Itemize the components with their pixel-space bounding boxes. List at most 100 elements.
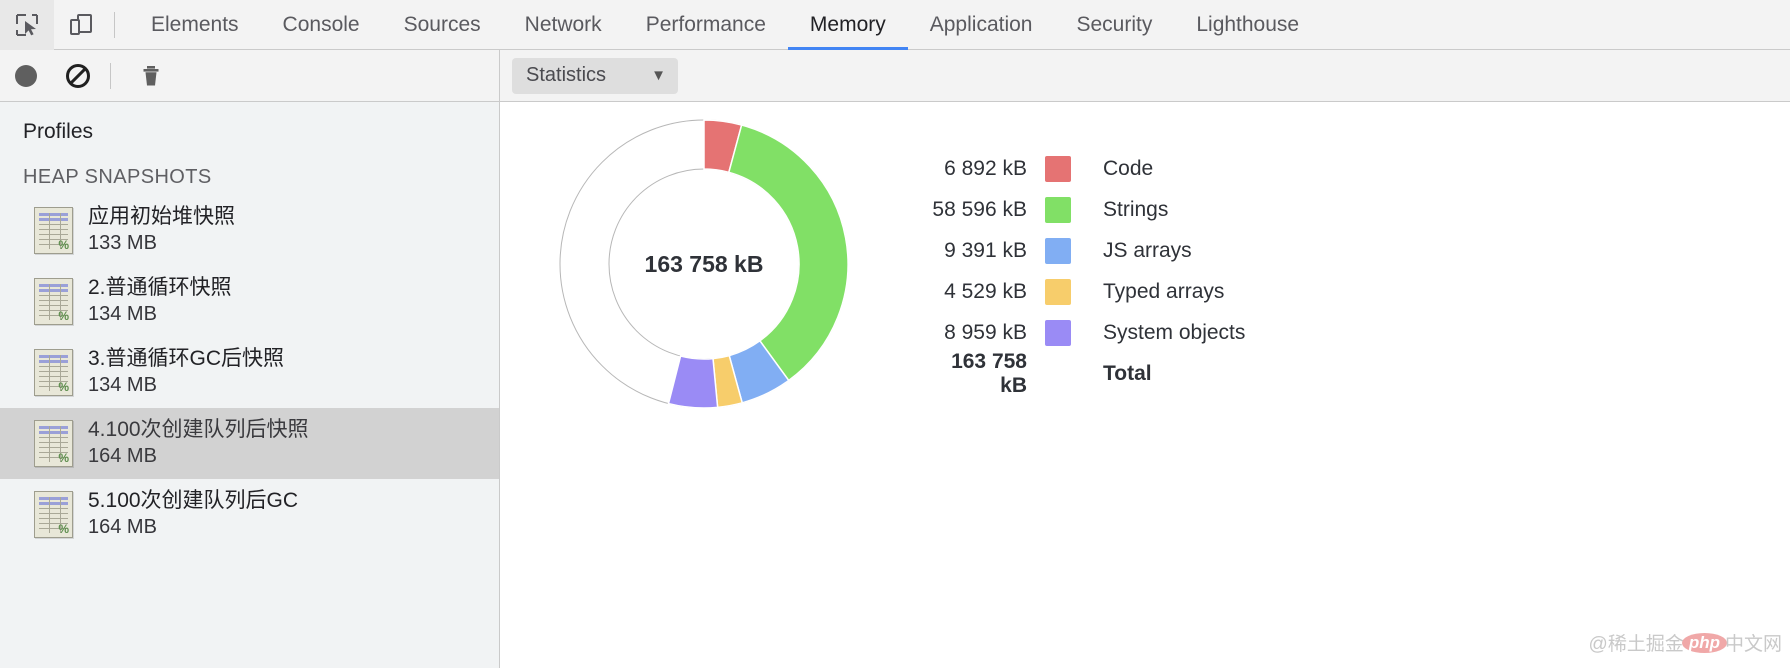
donut-slices: [667, 119, 849, 409]
list-item[interactable]: % 应用初始堆快照 133 MB: [0, 195, 499, 266]
heap-snapshot-icon: %: [34, 349, 73, 396]
memory-toolbar-left: [0, 50, 500, 101]
legend-label: Strings: [1103, 197, 1169, 221]
list-item[interactable]: % 3.普通循环GC后快照 134 MB: [0, 337, 499, 408]
donut-chart: 163 758 kB: [558, 114, 850, 414]
donut-inner-ring: [608, 168, 800, 360]
donut-slice-system-objects[interactable]: [667, 355, 719, 409]
heap-snapshot-icon: %: [34, 278, 73, 325]
snapshot-size: 164 MB: [88, 445, 157, 468]
panel-tabs: Elements Console Sources Network Perform…: [129, 0, 1321, 50]
record-circle-icon[interactable]: [0, 50, 52, 101]
list-item[interactable]: % 4.100次创建队列后快照 164 MB: [0, 408, 499, 479]
legend-swatch-typed-arrays: [1045, 278, 1071, 305]
list-item[interactable]: % 2.普通循环快照 134 MB: [0, 266, 499, 337]
donut-slice-strings[interactable]: [727, 124, 849, 382]
tab-label: Elements: [151, 12, 239, 36]
page-title: Profiles: [23, 120, 94, 143]
legend-swatch-code: [1045, 155, 1071, 182]
snapshot-name: 5.100次创建队列后GC: [88, 489, 299, 513]
legend-item-js-arrays[interactable]: 9 391 kB JS arrays: [921, 230, 1245, 271]
chevron-down-icon: ▼: [651, 67, 666, 84]
tab-application[interactable]: Application: [908, 0, 1055, 50]
legend-total-value: 163 758 kB: [951, 349, 1027, 397]
device-toolbar-icon[interactable]: [54, 0, 108, 50]
view-select-value: Statistics: [526, 64, 607, 86]
devtools-tab-bar: Elements Console Sources Network Perform…: [0, 0, 1790, 50]
watermark: @稀土掘金 php 中文网: [1589, 629, 1782, 656]
toolbar-divider: [110, 62, 111, 89]
tab-label: Security: [1076, 12, 1153, 36]
tab-label: Application: [929, 12, 1033, 36]
tab-label: Console: [282, 12, 360, 36]
legend-item-strings[interactable]: 58 596 kB Strings: [921, 189, 1245, 230]
section-header-heap-snapshots: HEAP SNAPSHOTS: [23, 166, 212, 188]
tab-lighthouse[interactable]: Lighthouse: [1174, 0, 1321, 50]
snapshot-name: 3.普通循环GC后快照: [88, 347, 285, 371]
list-item[interactable]: % 5.100次创建队列后GC 164 MB: [0, 479, 499, 550]
legend-value: 8 959 kB: [944, 320, 1027, 344]
heap-snapshot-icon: %: [34, 491, 73, 538]
legend-total-label: Total: [1103, 361, 1152, 385]
legend-value: 58 596 kB: [932, 197, 1027, 221]
chart-legend: 6 892 kB Code 58 596 kB Strings 9 391 kB…: [921, 148, 1245, 397]
snapshot-size: 133 MB: [88, 232, 157, 255]
tab-network[interactable]: Network: [503, 0, 624, 50]
inspect-element-icon[interactable]: [0, 0, 54, 50]
legend-swatch-strings: [1045, 196, 1071, 223]
statistics-panel: 163 758 kB 6 892 kB Code 58 596 kB Strin…: [501, 102, 1790, 668]
view-select[interactable]: Statistics ▼: [512, 57, 678, 94]
legend-label: Typed arrays: [1103, 279, 1225, 303]
memory-toolbar-right: Statistics ▼: [501, 50, 1790, 101]
watermark-suffix: 中文网: [1724, 634, 1782, 655]
heap-snapshot-list: % 应用初始堆快照 133 MB % 2.普通循环快照 134 MB % 3.普…: [0, 195, 499, 550]
snapshot-size: 134 MB: [88, 303, 157, 326]
legend-value: 4 529 kB: [944, 279, 1027, 303]
donut-svg: [559, 119, 849, 409]
watermark-badge: php: [1681, 632, 1727, 653]
profiles-sidebar: Profiles HEAP SNAPSHOTS % 应用初始堆快照 133 MB: [0, 102, 500, 668]
tab-label: Performance: [645, 12, 766, 36]
tab-memory[interactable]: Memory: [787, 0, 908, 50]
heap-snapshot-icon: %: [34, 207, 73, 254]
tab-label: Sources: [403, 12, 481, 36]
list-item-text: 5.100次创建队列后GC 164 MB: [88, 488, 298, 540]
snapshot-name: 4.100次创建队列后快照: [88, 418, 309, 442]
list-item-text: 2.普通循环快照 134 MB: [88, 275, 232, 327]
legend-item-code[interactable]: 6 892 kB Code: [921, 148, 1245, 189]
snapshot-name: 2.普通循环快照: [88, 276, 232, 300]
legend-value: 9 391 kB: [944, 238, 1027, 262]
legend-item-typed-arrays[interactable]: 4 529 kB Typed arrays: [921, 271, 1245, 312]
legend-item-system-objects[interactable]: 8 959 kB System objects: [921, 312, 1245, 353]
tab-sources[interactable]: Sources: [382, 0, 503, 50]
snapshot-size: 164 MB: [88, 516, 157, 539]
heap-snapshot-icon: %: [34, 420, 73, 467]
tab-console[interactable]: Console: [261, 0, 382, 50]
snapshot-size: 134 MB: [88, 374, 157, 397]
legend-swatch-js-arrays: [1045, 237, 1071, 264]
legend-swatch-empty: [1045, 361, 1071, 387]
list-item-text: 应用初始堆快照 133 MB: [88, 204, 235, 256]
no-entry-clear-icon[interactable]: [52, 50, 104, 101]
legend-label: JS arrays: [1103, 238, 1192, 262]
legend-label: Code: [1103, 156, 1154, 180]
legend-item-total: 163 758 kB Total: [921, 350, 1245, 397]
tab-label: Network: [524, 12, 602, 36]
trash-icon[interactable]: [125, 50, 177, 101]
legend-value: 6 892 kB: [944, 156, 1027, 180]
memory-statistics-chart: 163 758 kB 6 892 kB Code 58 596 kB Strin…: [501, 102, 1790, 668]
list-item-text: 4.100次创建队列后快照 164 MB: [88, 417, 309, 469]
tab-label: Lighthouse: [1196, 12, 1300, 36]
tab-security[interactable]: Security: [1054, 0, 1174, 50]
tab-label: Memory: [809, 12, 886, 36]
memory-toolbar: Statistics ▼: [0, 50, 1790, 102]
devtools-window: Elements Console Sources Network Perform…: [0, 0, 1790, 668]
tab-performance[interactable]: Performance: [624, 0, 788, 50]
list-item-text: 3.普通循环GC后快照 134 MB: [88, 346, 284, 398]
snapshot-name: 应用初始堆快照: [88, 205, 235, 229]
legend-swatch-system-objects: [1045, 319, 1071, 346]
tab-elements[interactable]: Elements: [129, 0, 261, 50]
toolbar-divider: [114, 11, 115, 38]
watermark-prefix: @稀土掘金: [1588, 634, 1684, 655]
legend-label: System objects: [1103, 320, 1246, 344]
